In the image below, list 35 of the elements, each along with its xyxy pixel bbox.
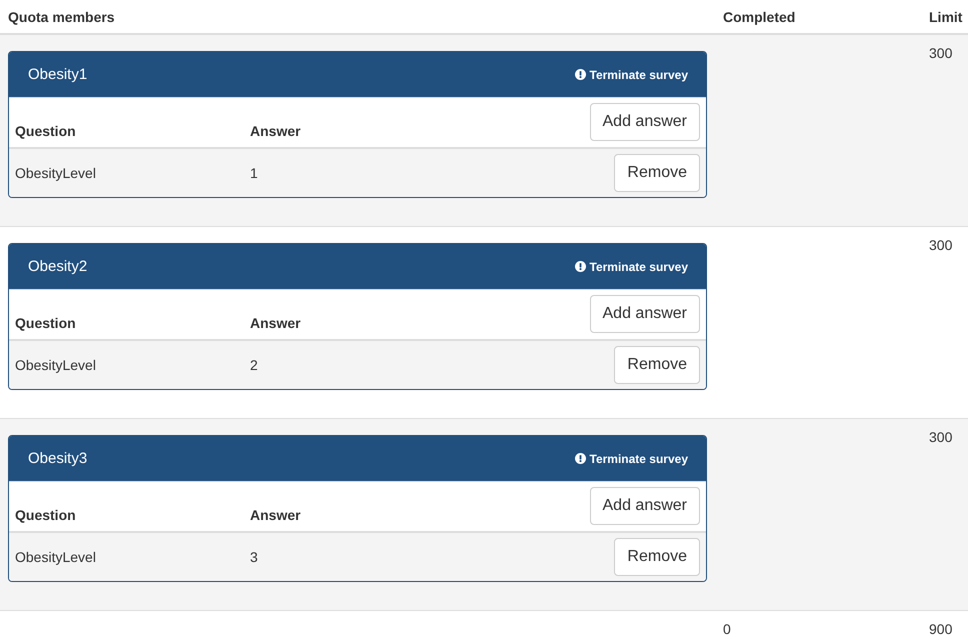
answer-value: 1 (250, 165, 258, 181)
column-header: Answer (250, 315, 301, 331)
column-header: Limit (929, 9, 962, 25)
question-value: ObesityLevel (15, 357, 96, 373)
column-header: Answer (250, 123, 301, 139)
column-header: Answer (250, 507, 301, 523)
column-header: Completed (723, 9, 796, 25)
column-header: Quota members (8, 9, 115, 25)
remove-button[interactable]: Remove (614, 154, 700, 192)
limit-value: 300 (929, 45, 952, 61)
terminate-survey-label: Terminate survey (590, 258, 688, 276)
question-value: ObesityLevel (15, 165, 96, 181)
answer-value: 2 (250, 357, 258, 373)
exclamation-circle-icon (574, 453, 586, 464)
column-header: Question (15, 123, 76, 139)
total-limit: 900 (929, 621, 952, 637)
answer-value: 3 (250, 549, 258, 565)
add-answer-button[interactable]: Add answer (590, 103, 700, 141)
quota-title: Obesity2 (28, 256, 88, 276)
exclamation-circle-icon (574, 69, 586, 80)
quota-title: Obesity3 (28, 448, 88, 468)
add-answer-button[interactable]: Add answer (590, 295, 700, 333)
limit-value: 300 (929, 237, 952, 253)
terminate-survey-label: Terminate survey (590, 66, 688, 84)
total-completed: 0 (723, 621, 731, 637)
limit-value: 300 (929, 429, 952, 445)
remove-button[interactable]: Remove (614, 346, 700, 384)
quota-title: Obesity1 (28, 64, 88, 84)
terminate-survey-label: Terminate survey (590, 450, 688, 468)
add-answer-button[interactable]: Add answer (590, 487, 700, 525)
column-header: Question (15, 507, 76, 523)
exclamation-circle-icon (574, 261, 586, 272)
column-header: Question (15, 315, 76, 331)
question-value: ObesityLevel (15, 549, 96, 565)
remove-button[interactable]: Remove (614, 538, 700, 576)
